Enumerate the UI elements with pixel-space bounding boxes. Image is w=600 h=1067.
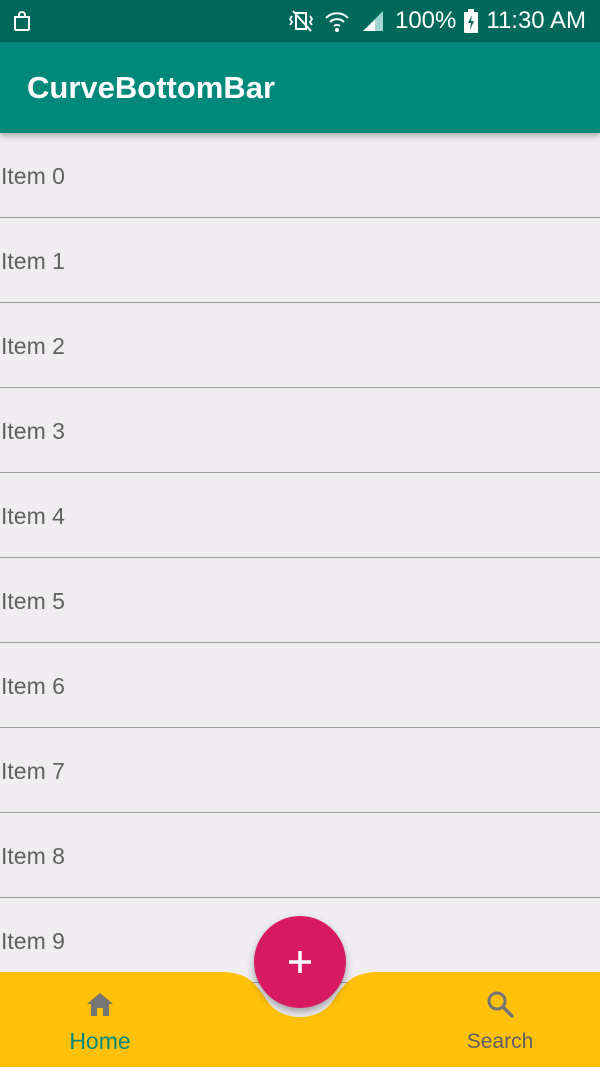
list-item[interactable]: Item 6 — [0, 643, 600, 728]
nav-home-label: Home — [69, 1028, 131, 1054]
status-bar: 100% 11:30 AM — [0, 0, 600, 42]
battery-percent: 100% — [394, 7, 457, 34]
list-item-label: Item 9 — [1, 928, 65, 954]
home-icon — [87, 993, 113, 1016]
list-item-label: Item 3 — [1, 418, 65, 444]
app-title: CurveBottomBar — [27, 70, 276, 105]
item-list[interactable]: Item 0 Item 1 Item 2 Item 3 Item 4 Item … — [0, 133, 600, 983]
app-bar: CurveBottomBar — [0, 42, 600, 133]
list-item-label: Item 2 — [1, 333, 65, 359]
add-fab-button[interactable] — [254, 916, 346, 1008]
list-item-label: Item 6 — [1, 673, 65, 699]
nav-home-button[interactable]: Home — [40, 972, 160, 1067]
list-item[interactable]: Item 5 — [0, 558, 600, 643]
status-icons: 100% 11:30 AM — [287, 0, 586, 42]
list-item-label: Item 5 — [1, 588, 65, 614]
plus-icon — [289, 951, 311, 973]
bag-icon — [14, 11, 30, 31]
list-item[interactable]: Item 7 — [0, 728, 600, 813]
search-icon — [487, 991, 514, 1018]
list-item-label: Item 4 — [1, 503, 65, 529]
wifi-icon — [325, 12, 349, 32]
list-item-label: Item 7 — [1, 758, 65, 784]
nav-search-label: Search — [466, 1030, 534, 1053]
list-item-label: Item 0 — [1, 163, 65, 189]
battery-icon — [464, 9, 479, 33]
list-item[interactable]: Item 0 — [0, 133, 600, 218]
nav-search-button[interactable]: Search — [440, 972, 560, 1067]
list-item[interactable]: Item 2 — [0, 303, 600, 388]
list-item[interactable]: Item 8 — [0, 813, 600, 898]
list-item[interactable]: Item 3 — [0, 388, 600, 473]
list-item-label: Item 8 — [1, 843, 65, 869]
signal-icon — [362, 11, 383, 31]
vibrate-icon — [288, 10, 314, 32]
list-item[interactable]: Item 1 — [0, 218, 600, 303]
status-time: 11:30 AM — [486, 7, 586, 34]
list-item-label: Item 1 — [1, 248, 65, 274]
list-item[interactable]: Item 4 — [0, 473, 600, 558]
